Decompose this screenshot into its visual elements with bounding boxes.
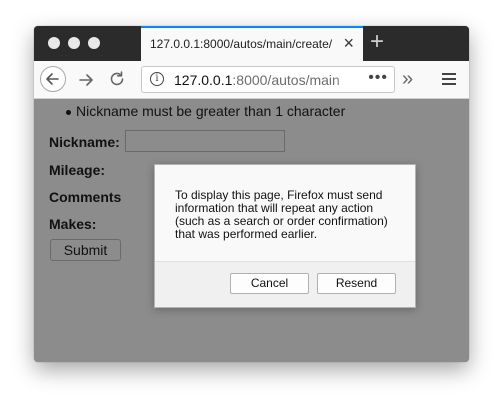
comments-label: Comments — [49, 189, 122, 205]
arrow-left-icon — [46, 73, 59, 85]
url-bar[interactable]: i 127.0.0.1:8000/autos/main ••• — [141, 66, 395, 93]
info-icon[interactable]: i — [150, 72, 164, 86]
makes-label: Makes: — [49, 216, 97, 232]
close-window-button[interactable] — [48, 37, 60, 49]
nav-bar: i 127.0.0.1:8000/autos/main ••• » — [34, 61, 469, 99]
submit-button[interactable]: Submit — [50, 239, 121, 261]
menu-line — [442, 78, 456, 80]
dialog-message: To display this page, Firefox must send … — [175, 188, 388, 241]
forward-button[interactable] — [77, 71, 95, 89]
dialog-footer: Cancel Resend — [155, 261, 415, 307]
close-tab-icon[interactable]: × — [343, 33, 354, 53]
reload-icon — [110, 71, 124, 86]
new-tab-icon[interactable]: + — [370, 29, 384, 55]
resend-dialog: To display this page, Firefox must send … — [154, 164, 416, 308]
back-button[interactable] — [40, 66, 66, 92]
url-path: :8000/autos/main — [232, 72, 340, 88]
tab-strip: 127.0.0.1:8000/autos/main/create/ × + — [34, 26, 469, 61]
arrow-right-icon — [79, 74, 93, 86]
nickname-input[interactable] — [125, 130, 285, 152]
url-fade — [334, 67, 358, 92]
resend-button[interactable]: Resend — [317, 273, 396, 294]
maximize-window-button[interactable] — [88, 37, 100, 49]
overflow-chevron-icon[interactable]: » — [402, 68, 413, 91]
minimize-window-button[interactable] — [68, 37, 80, 49]
mileage-label: Mileage: — [49, 162, 106, 178]
url-text: 127.0.0.1:8000/autos/main — [174, 72, 340, 88]
menu-line — [442, 83, 456, 85]
tab-title: 127.0.0.1:8000/autos/main/create/ — [150, 37, 333, 51]
hamburger-menu-icon[interactable] — [442, 73, 456, 85]
menu-line — [442, 73, 456, 75]
cancel-button[interactable]: Cancel — [230, 273, 309, 294]
error-message: Nickname must be greater than 1 characte… — [65, 103, 346, 119]
page-actions-icon[interactable]: ••• — [364, 69, 388, 87]
url-host: 127.0.0.1 — [174, 72, 233, 88]
browser-window: 127.0.0.1:8000/autos/main/create/ × + i … — [34, 26, 469, 362]
tab-active[interactable]: 127.0.0.1:8000/autos/main/create/ × — [141, 26, 363, 61]
nickname-label: Nickname: — [49, 134, 120, 150]
reload-button[interactable] — [108, 70, 126, 88]
